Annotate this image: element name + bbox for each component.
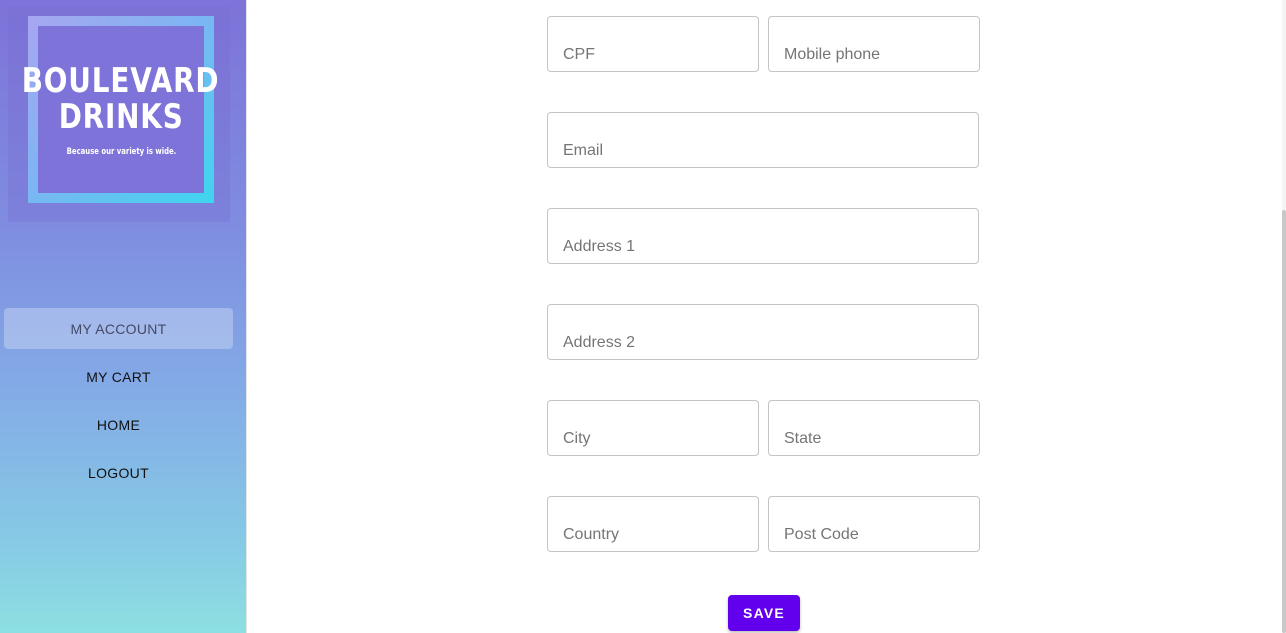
post-code-field-wrapper: [768, 496, 980, 552]
city-field[interactable]: [548, 401, 758, 455]
cpf-field-wrapper: [547, 16, 759, 72]
sidebar-nav: MY ACCOUNT MY CART HOME LOGOUT: [4, 308, 233, 500]
nav-item-logout[interactable]: LOGOUT: [4, 452, 233, 493]
country-field[interactable]: [548, 497, 758, 551]
logo-tagline: Because our variety is wide.: [66, 146, 176, 157]
state-field[interactable]: [769, 401, 979, 455]
logo-container: BOULEVARD DRINKS Because our variety is …: [8, 6, 230, 222]
nav-item-label: MY ACCOUNT: [70, 320, 167, 337]
scrollbar-thumb[interactable]: [1282, 210, 1286, 633]
cpf-field[interactable]: [548, 17, 758, 71]
app-root: BOULEVARD DRINKS Because our variety is …: [0, 0, 1286, 633]
nav-item-my-cart[interactable]: MY CART: [4, 356, 233, 397]
post-code-field[interactable]: [769, 497, 979, 551]
nav-item-label: HOME: [96, 416, 141, 433]
save-button[interactable]: SAVE: [728, 595, 800, 631]
logo-name-line1: BOULEVARD: [22, 60, 220, 101]
mobile-phone-field[interactable]: [769, 17, 979, 71]
logo: BOULEVARD DRINKS Because our variety is …: [22, 16, 219, 203]
address2-field-wrapper: [547, 304, 979, 360]
email-field-wrapper: [547, 112, 979, 168]
nav-item-home[interactable]: HOME: [4, 404, 233, 445]
address1-field[interactable]: [548, 209, 978, 263]
mobile-phone-field-wrapper: [768, 16, 980, 72]
address1-field-wrapper: [547, 208, 979, 264]
email-field[interactable]: [548, 113, 978, 167]
nav-item-label: MY CART: [86, 368, 151, 385]
scrollbar[interactable]: [1282, 0, 1286, 633]
nav-item-label: LOGOUT: [88, 464, 149, 481]
logo-name-line2: DRINKS: [58, 96, 184, 137]
nav-item-my-account[interactable]: MY ACCOUNT: [4, 308, 233, 349]
logo-inner: BOULEVARD DRINKS Because our variety is …: [22, 26, 219, 193]
state-field-wrapper: [768, 400, 980, 456]
city-field-wrapper: [547, 400, 759, 456]
country-field-wrapper: [547, 496, 759, 552]
address2-field[interactable]: [548, 305, 978, 359]
sidebar: BOULEVARD DRINKS Because our variety is …: [0, 0, 247, 633]
